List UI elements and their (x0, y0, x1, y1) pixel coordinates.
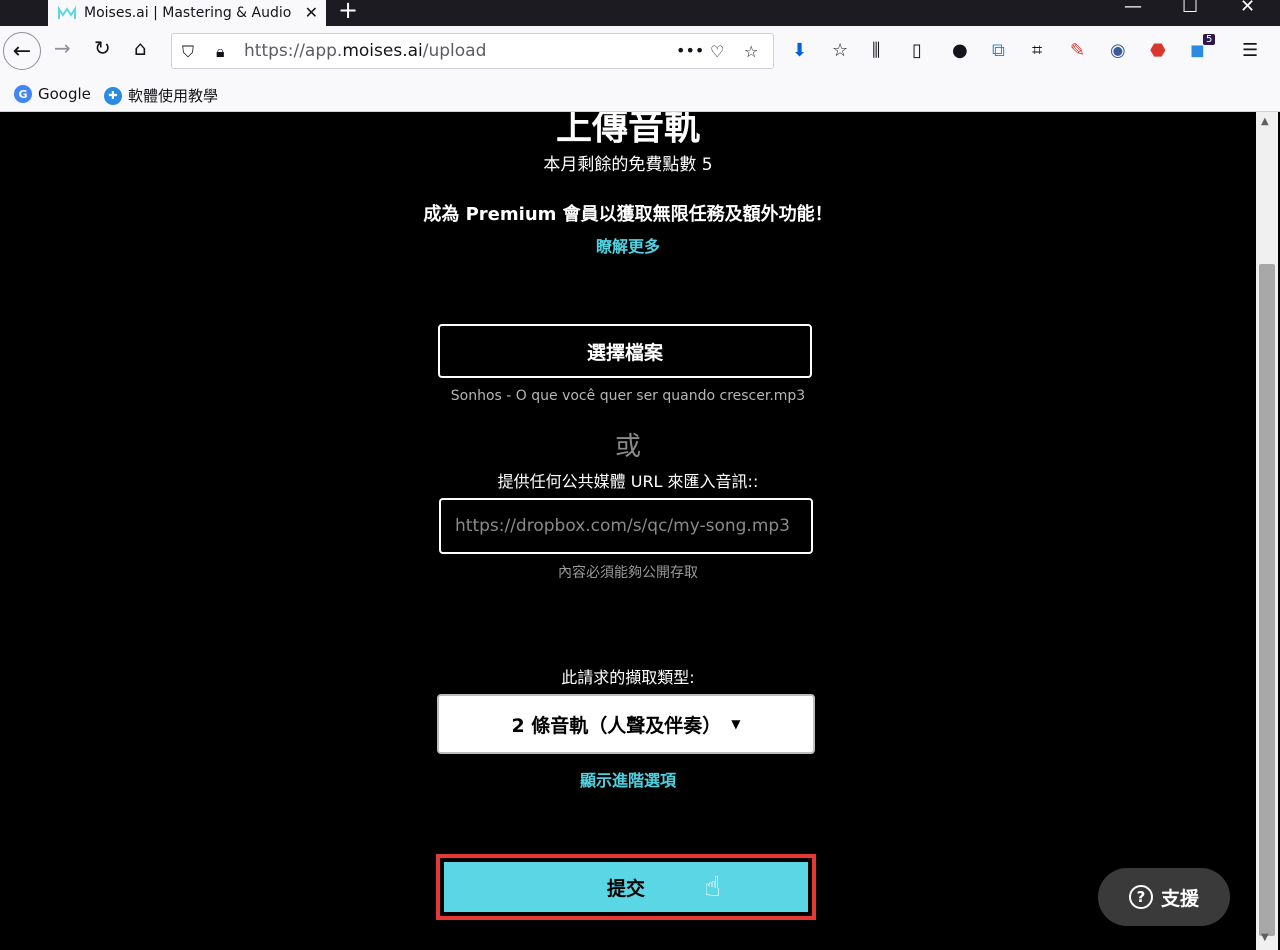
lock-icon[interactable]: 🔒︎ (216, 42, 225, 62)
extension-pen-icon[interactable]: ✎ (1070, 40, 1085, 61)
extension-cursor-icon[interactable]: ◉ (1110, 40, 1126, 61)
caret-down-icon: ▼ (731, 717, 741, 731)
media-url-input[interactable] (439, 498, 813, 554)
menu-icon[interactable]: ☰ (1242, 40, 1258, 61)
selected-file-name: Sonhos - O que você quer ser quando cres… (450, 388, 806, 404)
tutorial-icon: ✚ (104, 86, 122, 105)
separation-type-value: 2 條音軌（人聲及伴奏） (511, 714, 722, 737)
tab-title: Moises.ai | Mastering & Audio (84, 5, 292, 21)
tab-bar: Moises.ai | Mastering & Audio ✕ + — ☐ ✕ (0, 0, 1280, 26)
extension-circle-icon[interactable]: ● (952, 40, 968, 61)
close-window-icon[interactable]: ✕ (1240, 0, 1255, 17)
bookmarks-bar: G Google ✚ 軟體使用教學 (0, 78, 1280, 112)
url-hint: 內容必須能夠公開存取 (558, 565, 698, 581)
back-button[interactable]: ← (3, 32, 41, 70)
url-text[interactable]: https://app.moises.ai/upload (244, 41, 486, 61)
separation-type-label: 此請求的擷取類型: (561, 668, 695, 687)
page-scrollbar[interactable]: ▲ ▼ (1256, 112, 1278, 950)
scroll-down-icon[interactable]: ▼ (1261, 932, 1269, 943)
help-icon: ? (1128, 885, 1153, 909)
bookmark-google[interactable]: G Google (14, 85, 91, 103)
pocket-icon[interactable]: ♡ (710, 42, 724, 61)
home-button[interactable]: ⌂ (134, 36, 147, 60)
separation-type-select[interactable]: 2 條音軌（人聲及伴奏） ▼ (437, 694, 815, 754)
sidebar-icon[interactable]: ▯ (912, 40, 922, 61)
google-icon: G (14, 85, 32, 103)
maximize-icon[interactable]: ☐ (1182, 0, 1198, 17)
bookmark-star-icon[interactable]: ☆ (744, 42, 758, 61)
hand-cursor-icon: ☝ (704, 870, 722, 903)
library-icon[interactable]: ⫼ (872, 40, 880, 61)
new-tab-button[interactable]: + (338, 0, 358, 24)
scroll-up-icon[interactable]: ▲ (1261, 116, 1269, 127)
minimize-icon[interactable]: — (1124, 0, 1142, 17)
page-title: 上傳音軌 (555, 112, 700, 148)
extension-badge-count: 5 (1203, 34, 1216, 45)
reload-button[interactable]: ↻ (94, 36, 111, 60)
downloads-icon[interactable]: ⬇ (792, 40, 807, 61)
free-credits: 本月剩餘的免費點數 5 (543, 155, 713, 175)
premium-promo: 成為 Premium 會員以獲取無限任務及額外功能！ (423, 204, 833, 225)
adblock-icon[interactable]: ⬣ (1150, 40, 1166, 61)
reading-list-icon[interactable]: ☆ (832, 40, 848, 61)
arrow-left-icon: ← (12, 38, 32, 64)
moises-logo-icon (58, 6, 76, 19)
tab-close-icon[interactable]: ✕ (305, 3, 318, 22)
support-button[interactable]: ? 支援 (1098, 868, 1230, 926)
shield-icon[interactable]: ⛉ (182, 42, 194, 62)
or-divider: 或 (614, 432, 641, 462)
choose-file-button[interactable]: 選擇檔案 (438, 324, 812, 378)
tab-moises[interactable]: Moises.ai | Mastering & Audio ✕ (48, 0, 326, 26)
nav-bar: ← → ↻ ⌂ ⛉ 🔒︎ https://app.moises.ai/uploa… (0, 26, 1280, 78)
page-actions-icon[interactable]: ••• (676, 41, 704, 60)
upload-page: 上傳音軌 本月剩餘的免費點數 5 成為 Premium 會員以獲取無限任務及額外… (0, 112, 1256, 950)
url-label: 提供任何公共媒體 URL 來匯入音訊:: (497, 472, 759, 491)
crop-icon[interactable]: ⌗ (1032, 40, 1042, 61)
bookmark-tutorial[interactable]: ✚ 軟體使用教學 (104, 85, 218, 106)
submit-button[interactable]: 提交 (444, 862, 808, 912)
screenshot-icon[interactable]: ⧉ (992, 40, 1005, 61)
advanced-options-link[interactable]: 顯示進階選項 (0, 767, 1256, 791)
scroll-thumb[interactable] (1259, 264, 1275, 936)
learn-more-link[interactable]: 瞭解更多 (0, 233, 1256, 257)
forward-button[interactable]: → (54, 36, 71, 60)
url-bar[interactable]: ⛉ 🔒︎ https://app.moises.ai/upload ••• ♡ … (171, 33, 774, 69)
